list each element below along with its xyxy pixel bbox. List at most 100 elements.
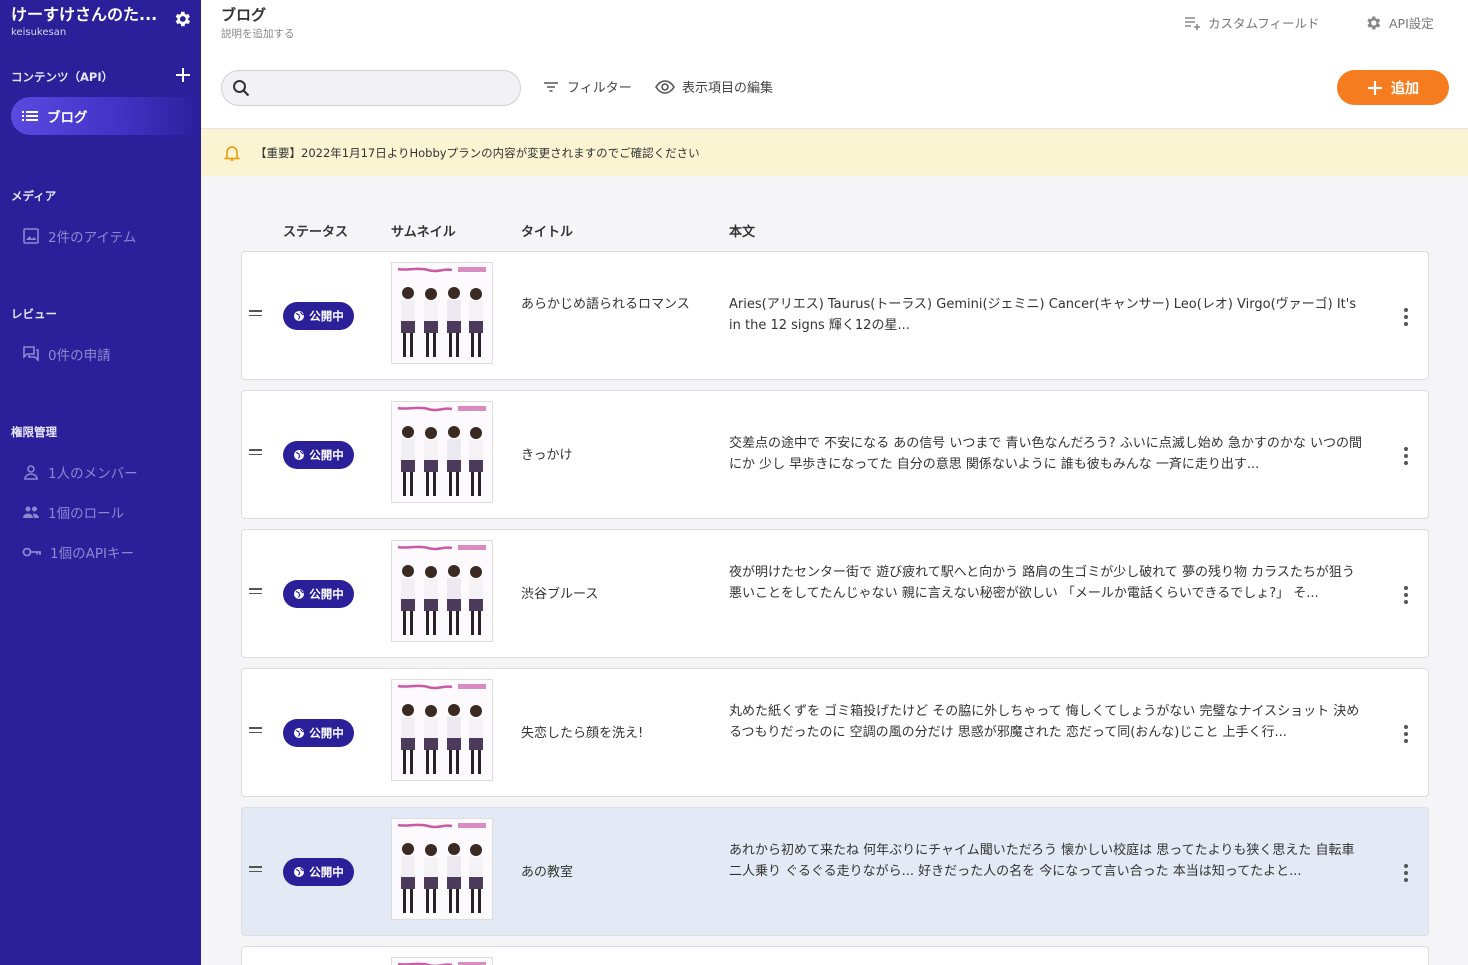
page-header: ブログ 説明を追加する カスタムフィールド API設定 [201, 0, 1468, 44]
thumbnail-image [391, 679, 493, 781]
thumbnail-image [391, 818, 493, 920]
service-name[interactable]: けーすけさんのた... [11, 4, 161, 26]
drag-handle-icon[interactable] [249, 727, 262, 736]
playlist-add-icon [1185, 16, 1200, 30]
gear-icon [1367, 15, 1381, 30]
service-id: keisukesan [11, 27, 67, 38]
thumbnail-image [391, 540, 493, 642]
custom-field-label: カスタムフィールド [1208, 16, 1320, 31]
section-permissions: 権限管理 [11, 425, 57, 439]
add-label: 追加 [1391, 80, 1419, 97]
service-header[interactable]: けーすけさんのた... keisukesan [11, 4, 196, 38]
row-title: 失恋したら顔を洗え! [521, 726, 644, 741]
key-icon [22, 547, 41, 557]
row-title: あらかじめ語られるロマンス [521, 297, 690, 312]
sidebar-item-label: 1個のロール [48, 506, 125, 522]
list-icon [22, 111, 38, 121]
status-badge: 公開中 [283, 580, 354, 608]
gear-icon[interactable] [172, 9, 192, 29]
globe-icon [294, 311, 305, 321]
more-menu-icon[interactable] [1403, 447, 1409, 465]
status-badge: 公開中 [283, 719, 354, 747]
globe-icon [294, 728, 305, 738]
search-box[interactable] [221, 70, 521, 106]
more-menu-icon[interactable] [1403, 308, 1409, 326]
api-settings-label: API設定 [1389, 16, 1434, 31]
sidebar-item-label: 1個のAPIキー [50, 546, 134, 562]
row-body: 交差点の途中で 不安になる あの信号 いつまで 青い色なんだろう? ふいに点滅し… [729, 436, 1363, 472]
row-title: 渋谷ブルース [521, 587, 599, 602]
sidebar-item-label: 2件のアイテム [48, 230, 137, 246]
more-menu-icon[interactable] [1403, 586, 1409, 604]
thumbnail-image [391, 401, 493, 503]
row-body: Aries(アリエス) Taurus(トーラス) Gemini(ジェミニ) Ca… [729, 297, 1357, 333]
drag-handle-icon[interactable] [249, 866, 262, 875]
sidebar-item-roles[interactable]: 1個のロール [22, 502, 124, 522]
globe-icon [294, 867, 305, 877]
drag-handle-icon[interactable] [249, 310, 262, 319]
toolbar: フィルター 表示項目の編集 追加 [201, 44, 1468, 129]
image-icon [23, 228, 39, 244]
filter-button[interactable]: フィルター [542, 77, 632, 96]
sidebar-item-label: 1人のメンバー [48, 466, 138, 482]
thumbnail-image [391, 957, 493, 965]
globe-icon [294, 589, 305, 599]
eye-icon [655, 79, 675, 94]
thumbnail-image [391, 262, 493, 364]
row-body: 丸めた紙くずを ゴミ箱投げたけど その脇に外しちゃって 悔しくてしょうがない 完… [729, 704, 1360, 740]
column-header-status: ステータス [283, 225, 349, 240]
sidebar-item-review[interactable]: 0件の申請 [22, 344, 111, 364]
sidebar-item-blog[interactable]: ブログ [11, 97, 201, 135]
table-row[interactable] [241, 946, 1429, 965]
status-label: 公開中 [309, 309, 344, 323]
sidebar-item-members[interactable]: 1人のメンバー [22, 462, 138, 482]
search-icon [233, 80, 250, 97]
drag-handle-icon[interactable] [249, 588, 262, 597]
drag-handle-icon[interactable] [249, 449, 262, 458]
row-title: あの教室 [521, 865, 574, 880]
status-badge: 公開中 [283, 441, 354, 469]
sidebar-item-label: ブログ [47, 110, 88, 126]
search-input[interactable] [262, 77, 512, 99]
people-icon [23, 506, 39, 518]
sidebar: けーすけさんのた... keisukesan コンテンツ（API） ブログ メデ… [0, 0, 201, 965]
add-button[interactable]: 追加 [1337, 70, 1449, 105]
column-header-title: タイトル [521, 225, 574, 240]
column-header-body: 本文 [729, 225, 756, 240]
sidebar-item-apikeys[interactable]: 1個のAPIキー [22, 542, 134, 562]
page-description[interactable]: 説明を追加する [221, 26, 295, 41]
edit-columns-button[interactable]: 表示項目の編集 [655, 77, 773, 96]
filter-label: フィルター [567, 81, 632, 96]
api-settings-link[interactable]: API設定 [1364, 13, 1434, 32]
person-icon [24, 465, 38, 480]
table-row[interactable]: 公開中 [241, 807, 1429, 936]
notice-text: 【重要】2022年1月17日よりHobbyプランの内容が変更されますのでご確認く… [255, 145, 700, 160]
status-label: 公開中 [309, 726, 344, 740]
plus-icon [1368, 80, 1382, 95]
more-menu-icon[interactable] [1403, 864, 1409, 882]
table-row[interactable]: 公開中 [241, 251, 1429, 380]
status-label: 公開中 [309, 448, 344, 462]
table-row[interactable]: 公開中 [241, 529, 1429, 658]
plus-icon[interactable] [175, 67, 191, 83]
chat-icon [23, 346, 39, 362]
custom-field-link[interactable]: カスタムフィールド [1183, 13, 1320, 32]
page-title: ブログ [221, 6, 267, 24]
section-review: レビュー [11, 307, 57, 321]
status-badge: 公開中 [283, 858, 354, 886]
table-row[interactable]: 公開中 [241, 390, 1429, 519]
notice-banner[interactable]: 【重要】2022年1月17日よりHobbyプランの内容が変更されますのでご確認く… [201, 129, 1468, 176]
sidebar-item-media[interactable]: 2件のアイテム [22, 226, 136, 246]
row-title: きっかけ [521, 448, 573, 463]
section-media: メディア [11, 189, 57, 203]
status-label: 公開中 [309, 865, 344, 879]
sidebar-item-label: 0件の申請 [48, 348, 111, 364]
more-menu-icon[interactable] [1403, 725, 1409, 743]
filter-icon [544, 81, 558, 92]
section-contents: コンテンツ（API） [11, 70, 114, 84]
status-label: 公開中 [309, 587, 344, 601]
column-header-thumbnail: サムネイル [391, 225, 456, 240]
status-badge: 公開中 [283, 302, 354, 330]
table-row[interactable]: 公開中 [241, 668, 1429, 797]
edit-columns-label: 表示項目の編集 [682, 81, 774, 96]
